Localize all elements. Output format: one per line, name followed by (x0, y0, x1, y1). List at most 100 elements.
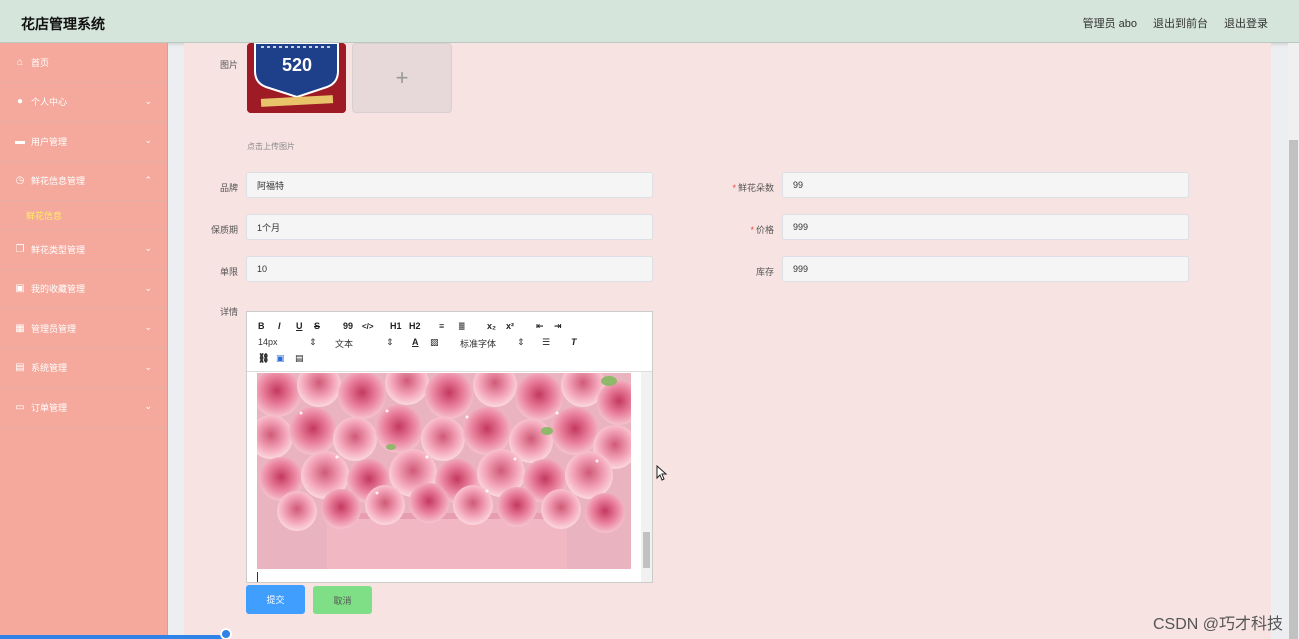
sidebar: ⌂ 首页 ● 个人中心 ⌄ ▬ 用户管理 ⌄ ◷ 鲜花信息管理 ⌃ 鲜花信息 ❐… (0, 43, 168, 639)
align-icon[interactable]: ☰ (542, 337, 550, 348)
limit-label: 单限 (219, 267, 238, 277)
select-arrows-icon: ⇕ (309, 337, 317, 347)
sidebar-item-label: 鲜花类型管理 (31, 244, 86, 255)
brand-input[interactable]: 阿福特 (246, 172, 653, 198)
strike-button[interactable]: S (314, 321, 320, 331)
submit-button[interactable]: 提交 (246, 585, 305, 614)
count-label: * 鲜花朵数 (714, 181, 774, 194)
chevron-down-icon: ⌄ (144, 361, 152, 372)
font-size-select[interactable]: 14px (258, 337, 278, 347)
flower-image (257, 373, 631, 569)
logout-link[interactable]: 退出登录 (1224, 15, 1268, 31)
image-icon[interactable]: ▣ (276, 353, 285, 364)
stock-label: 库存 (755, 267, 774, 277)
limit-input[interactable]: 10 (246, 256, 653, 282)
clock-icon: ◷ (15, 175, 25, 187)
editor-toolbar: B I U S 99 </> H1 H2 ≡ ≣ x₂ x² ⇤ ⇥ 14px … (247, 312, 652, 372)
sidebar-item-flowers[interactable]: ◷ 鲜花信息管理 ⌃ (0, 162, 167, 201)
underline-button[interactable]: U (296, 321, 303, 331)
quote-button[interactable]: 99 (343, 321, 353, 331)
sidebar-item-home[interactable]: ⌂ 首页 (0, 43, 167, 83)
clipboard-icon: ▤ (15, 362, 25, 374)
italic-button[interactable]: I (278, 321, 281, 331)
sidebar-item-label: 首页 (31, 57, 50, 68)
text-type-select[interactable]: 文本 (335, 337, 353, 350)
home-icon: ⌂ (16, 56, 24, 68)
upload-hint: 点击上传图片 (247, 142, 295, 151)
chevron-down-icon: ⌄ (144, 322, 152, 333)
background-color-icon[interactable]: ▨ (430, 337, 439, 348)
progress-bar (0, 635, 226, 639)
chevron-down-icon: ⌄ (144, 243, 152, 254)
sidebar-item-system[interactable]: ▤ 系统管理 ⌄ (0, 349, 167, 388)
sidebar-item-admins[interactable]: ▦ 管理员管理 ⌄ (0, 309, 167, 349)
chevron-down-icon: ⌄ (144, 95, 152, 106)
subscript-button[interactable]: x₂ (487, 321, 496, 331)
sidebar-item-label: 订单管理 (31, 402, 68, 413)
admin-label: 管理员 abo (1082, 18, 1137, 30)
sidebar-item-label: 系统管理 (31, 363, 68, 374)
sidebar-item-orders[interactable]: ▭ 订单管理 ⌄ (0, 388, 167, 428)
sidebar-item-flower-types[interactable]: ❐ 鲜花类型管理 ⌄ (0, 230, 167, 270)
sidebar-item-users[interactable]: ▬ 用户管理 ⌄ (0, 122, 167, 162)
sidebar-item-label: 我的收藏管理 (31, 284, 86, 295)
sidebar-item-label: 用户管理 (31, 136, 68, 147)
stock-input[interactable]: 999 (782, 256, 1189, 282)
top-bar: 花店管理系统 管理员 abo 退出到前台 退出登录 (0, 0, 1299, 43)
sidebar-item-label: 管理员管理 (31, 323, 77, 334)
sidebar-item-favorites[interactable]: ▣ 我的收藏管理 ⌄ (0, 270, 167, 309)
editor-scrollbar-thumb[interactable] (643, 532, 650, 568)
shelf-input[interactable]: 1个月 (246, 214, 653, 240)
bold-button[interactable]: B (258, 321, 265, 331)
count-input[interactable]: 99 (782, 172, 1189, 198)
rich-text-editor[interactable]: B I U S 99 </> H1 H2 ≡ ≣ x₂ x² ⇤ ⇥ 14px … (246, 311, 653, 583)
price-label-text: 价格 (755, 225, 774, 235)
video-icon[interactable]: ▤ (295, 353, 304, 364)
grid-icon: ▦ (15, 322, 25, 334)
copy-icon: ❐ (15, 243, 25, 255)
count-label-text: 鲜花朵数 (737, 183, 774, 193)
briefcase-icon: ▬ (15, 135, 25, 147)
indent-icon[interactable]: ⇥ (554, 321, 562, 332)
sidebar-subitem-flower-info[interactable]: 鲜花信息 (0, 201, 167, 230)
link-icon[interactable]: ⛓ (258, 353, 269, 364)
plus-icon: + (395, 65, 409, 90)
sidebar-item-label: 个人中心 (31, 97, 68, 108)
image-caption-text: 520 (282, 55, 312, 75)
code-button[interactable]: </> (362, 322, 374, 331)
uploaded-image[interactable]: 520 (247, 43, 346, 113)
sidebar-item-profile[interactable]: ● 个人中心 ⌄ (0, 83, 167, 122)
mouse-cursor-icon (656, 465, 668, 481)
font-color-button[interactable]: A (412, 337, 419, 347)
page-scrollbar-thumb[interactable] (1289, 140, 1298, 639)
chevron-down-icon: ⌄ (144, 282, 152, 293)
clipboard-icon: ▣ (15, 283, 25, 295)
superscript-button[interactable]: x² (506, 321, 514, 331)
select-arrows-icon: ⇕ (386, 337, 394, 347)
front-link[interactable]: 退出到前台 (1153, 15, 1208, 31)
font-family-select[interactable]: 标准字体 (460, 337, 496, 350)
select-arrows-icon: ⇕ (517, 337, 525, 347)
detail-label: 详情 (219, 307, 238, 317)
ordered-list-icon[interactable]: ≡ (439, 321, 444, 331)
price-input[interactable]: 999 (782, 214, 1189, 240)
sidebar-item-label: 鲜花信息管理 (31, 176, 86, 187)
editor-scrollbar[interactable] (641, 372, 652, 582)
pic-label: 图片 (219, 60, 238, 70)
brand-label: 品牌 (219, 183, 238, 193)
cancel-button[interactable]: 取消 (313, 586, 372, 614)
chevron-down-icon: ⌄ (144, 135, 152, 146)
price-label: * 价格 (714, 223, 774, 236)
required-mark: * (732, 183, 736, 193)
app-title: 花店管理系统 (21, 16, 105, 32)
user-icon: ● (16, 96, 24, 108)
bullet-list-icon[interactable]: ≣ (458, 321, 466, 332)
progress-handle[interactable] (220, 628, 232, 639)
h1-button[interactable]: H1 (390, 321, 402, 331)
clear-format-icon[interactable]: T (571, 337, 577, 347)
watermark: CSDN @巧才科技 (1152, 616, 1283, 633)
monitor-icon: ▭ (15, 401, 25, 413)
outdent-icon[interactable]: ⇤ (536, 321, 544, 332)
h2-button[interactable]: H2 (409, 321, 421, 331)
add-image-button[interactable]: + (352, 43, 452, 113)
